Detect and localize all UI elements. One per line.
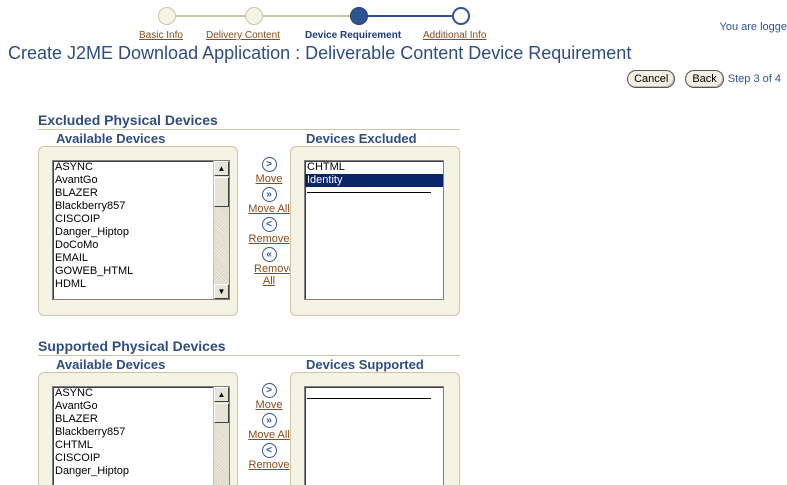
list-item[interactable]: CHTML [305, 161, 443, 174]
move-button[interactable]: > Move [243, 383, 295, 411]
list-item[interactable]: DoCoMo [53, 239, 229, 252]
devices-supported-list[interactable] [304, 386, 444, 485]
section-divider [38, 129, 460, 130]
scroll-down-arrow-icon[interactable]: ▼ [214, 284, 229, 299]
list-item[interactable]: Blackberry857 [53, 426, 229, 439]
train-step-delivery-content-dot[interactable] [245, 7, 263, 25]
page-title: Create J2ME Download Application : Deliv… [8, 43, 632, 63]
supported-devices-section: Supported Physical Devices Available Dev… [38, 338, 460, 485]
available-devices-items: ASYNC AvantGo BLAZER Blackberry857 CHTML CISC… [53, 387, 229, 478]
list-item[interactable]: CHTML [53, 439, 229, 452]
list-item[interactable]: ASYNC [53, 161, 229, 174]
section-header: Supported Physical Devices [38, 338, 226, 354]
section-divider [38, 355, 460, 356]
remove-label[interactable]: Remove [243, 233, 295, 245]
train-step-delivery-content[interactable]: Delivery Content [206, 30, 280, 41]
list-item[interactable]: EMAIL [53, 252, 229, 265]
devices-supported-label: Devices Supported [306, 357, 424, 372]
list-item[interactable]: Identity [305, 174, 443, 187]
list-item[interactable]: GOWEB_HTML [53, 265, 229, 278]
devices-supported-panel [290, 372, 460, 485]
remove-button[interactable]: < Remove [243, 217, 295, 245]
available-devices-items: ASYNC AvantGo BLAZER Blackberry857 CISCOIP Da… [53, 161, 229, 291]
list-item[interactable]: Danger_Hiptop [53, 465, 229, 478]
move-button[interactable]: > Move [243, 157, 295, 185]
list-item[interactable]: Blackberry857 [53, 200, 229, 213]
list-item[interactable]: Danger_Hiptop [53, 226, 229, 239]
move-all-right-icon: » [261, 187, 277, 202]
devices-excluded-panel: CHTML Identity [290, 146, 460, 316]
cancel-button[interactable]: Cancel [627, 70, 676, 88]
remove-label[interactable]: Remove [243, 459, 295, 471]
move-all-label[interactable]: Move All [243, 429, 295, 441]
available-devices-list[interactable]: ASYNC AvantGo BLAZER Blackberry857 CHTML CISC… [52, 386, 230, 485]
remove-button[interactable]: < Remove [243, 443, 295, 471]
available-devices-panel: ASYNC AvantGo BLAZER Blackberry857 CISCOIP Da… [38, 146, 238, 316]
move-label[interactable]: Move [243, 399, 295, 411]
step-indicator-text: Step 3 of 4 [727, 73, 781, 85]
move-all-button[interactable]: » Move All [243, 187, 295, 215]
train-step-additional-info[interactable]: Additional Info [423, 30, 486, 41]
list-item[interactable]: AvantGo [53, 400, 229, 413]
move-right-icon: > [261, 157, 277, 172]
train-connector [368, 15, 452, 17]
remove-left-icon: < [261, 443, 277, 458]
available-devices-panel: ASYNC AvantGo BLAZER Blackberry857 CHTML CISC… [38, 372, 238, 485]
excluded-shuttle-controls: > Move » Move All < Remove « Remove All [243, 157, 295, 289]
list-item[interactable]: BLAZER [53, 413, 229, 426]
list-item[interactable]: CISCOIP [53, 213, 229, 226]
list-separator [307, 192, 431, 193]
devices-excluded-label: Devices Excluded [306, 131, 417, 146]
train-step-additional-info-dot[interactable] [452, 7, 470, 25]
train-step-basic-info[interactable]: Basic Info [139, 30, 183, 41]
available-devices-list[interactable]: ASYNC AvantGo BLAZER Blackberry857 CISCOIP Da… [52, 160, 230, 300]
train-connector [262, 15, 350, 17]
train-step-device-requirement: Device Requirement [305, 30, 402, 41]
train-step-basic-info-dot[interactable] [158, 7, 176, 25]
list-item[interactable]: HDML [53, 278, 229, 291]
move-all-label[interactable]: Move All [243, 203, 295, 215]
list-item[interactable]: CISCOIP [53, 452, 229, 465]
list-item[interactable]: ASYNC [53, 387, 229, 400]
move-all-button[interactable]: » Move All [243, 413, 295, 441]
logged-in-text: You are logge [719, 21, 787, 33]
process-train: Basic Info Delivery Content Device Requi… [0, 0, 787, 44]
devices-excluded-items: CHTML Identity [305, 161, 443, 187]
supported-shuttle-controls: > Move » Move All < Remove [243, 383, 295, 473]
remove-all-button[interactable]: « Remove All [243, 247, 295, 287]
available-devices-label: Available Devices [56, 357, 166, 372]
available-devices-scrollbar[interactable]: ▲ [213, 387, 229, 485]
train-connector [175, 15, 245, 17]
scroll-up-arrow-icon[interactable]: ▲ [214, 387, 229, 402]
list-separator [307, 398, 431, 399]
scrollbar-thumb[interactable] [214, 403, 229, 423]
back-button[interactable]: Back [685, 70, 724, 88]
remove-all-label[interactable]: Remove All [254, 263, 295, 287]
remove-all-left-icon: « [261, 247, 277, 262]
train-step-device-requirement-dot [350, 7, 368, 25]
devices-excluded-list[interactable]: CHTML Identity [304, 160, 444, 300]
move-right-icon: > [261, 383, 277, 398]
list-item[interactable]: AvantGo [53, 174, 229, 187]
remove-left-icon: < [261, 217, 277, 232]
list-item[interactable]: BLAZER [53, 187, 229, 200]
move-label[interactable]: Move [243, 173, 295, 185]
section-header: Excluded Physical Devices [38, 112, 218, 128]
move-all-right-icon: » [261, 413, 277, 428]
available-devices-label: Available Devices [56, 131, 166, 146]
available-devices-scrollbar[interactable]: ▲ ▼ [213, 161, 229, 299]
scroll-up-arrow-icon[interactable]: ▲ [214, 161, 229, 176]
scrollbar-thumb[interactable] [214, 177, 229, 207]
action-bar: Cancel Back Step 3 of 4 [617, 70, 781, 88]
excluded-devices-section: Excluded Physical Devices Available Devi… [38, 112, 460, 322]
